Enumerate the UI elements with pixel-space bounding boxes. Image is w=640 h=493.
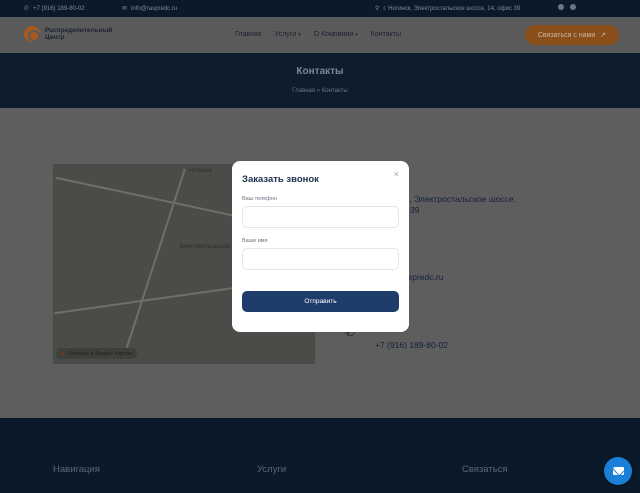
site-header: Распределительный Центр Главная Услуги ▾ … bbox=[0, 17, 640, 53]
logo-icon bbox=[24, 26, 40, 42]
mail-icon: ✉ bbox=[122, 6, 128, 12]
phone-icon: ✆ bbox=[24, 6, 30, 12]
mail-icon bbox=[612, 467, 624, 475]
location-pin-icon: ⚲ bbox=[375, 6, 380, 12]
topbar-address: ⚲ г. Ногинск, Электростальское шоссе, 14… bbox=[375, 5, 521, 13]
nav-item-services[interactable]: Услуги ▾ bbox=[275, 31, 301, 38]
logo[interactable]: Распределительный Центр bbox=[24, 26, 112, 42]
contact-us-button[interactable]: Связаться с нами ↗ bbox=[525, 25, 619, 45]
modal-title: Заказать звонок bbox=[242, 174, 319, 185]
logo-line-2: Центр bbox=[45, 34, 65, 41]
page-hero: Контакты Главная » Контакты bbox=[0, 53, 640, 108]
breadcrumb[interactable]: Главная » Контакты bbox=[0, 88, 640, 94]
contact-address-line-2: 39 bbox=[410, 205, 420, 215]
social-links bbox=[558, 4, 576, 10]
footer-heading-navigation: Навигация bbox=[53, 464, 100, 475]
contact-email[interactable]: spredc.ru bbox=[408, 272, 443, 282]
nav-item-about[interactable]: О Компании ▾ bbox=[314, 31, 358, 38]
map-marker-label: Электростальское ш. bbox=[179, 244, 239, 250]
name-field-label: Ваше имя bbox=[242, 238, 268, 244]
open-in-yandex-maps-label: Открыть в Яндекс Картах bbox=[67, 350, 133, 357]
whatsapp-icon[interactable] bbox=[558, 4, 564, 10]
nav-item-home[interactable]: Главная bbox=[235, 31, 262, 38]
topbar-phone-text: +7 (916) 189-80-02 bbox=[33, 5, 85, 12]
logo-line-1: Распределительный bbox=[45, 27, 113, 34]
chevron-down-icon: ▾ bbox=[298, 32, 301, 38]
top-bar: ✆ +7 (916) 189-80-02 ✉ info@raspredc.ru … bbox=[0, 0, 640, 17]
nav-item-contacts[interactable]: Контакты bbox=[371, 31, 401, 38]
map-city-label: Ногинск bbox=[189, 168, 212, 174]
page-title: Контакты bbox=[296, 66, 344, 77]
nav-item-services-label: Услуги bbox=[274, 31, 297, 38]
footer-heading-services: Услуги bbox=[257, 464, 287, 475]
callback-modal: Заказать звонок × Ваш телефон Ваше имя О… bbox=[232, 161, 409, 332]
contact-phone[interactable]: +7 (916) 189-80-02 bbox=[375, 340, 448, 350]
phone-field-label: Ваш телефон bbox=[242, 196, 277, 202]
logo-text: Распределительный Центр bbox=[45, 27, 112, 41]
chevron-down-icon: ▾ bbox=[355, 32, 358, 38]
submit-button[interactable]: Отправить bbox=[242, 291, 399, 312]
telegram-icon[interactable] bbox=[570, 4, 576, 10]
arrow-up-right-icon: ↗ bbox=[600, 32, 607, 39]
main-nav: Главная Услуги ▾ О Компании ▾ Контакты bbox=[235, 31, 401, 38]
map-pin-icon: ● bbox=[61, 350, 65, 357]
topbar-address-text: г. Ногинск, Электростальское шоссе, 14, … bbox=[383, 5, 521, 12]
topbar-email-text: info@raspredc.ru bbox=[131, 5, 178, 12]
topbar-email[interactable]: ✉ info@raspredc.ru bbox=[122, 5, 178, 13]
nav-item-about-label: О Компании bbox=[313, 31, 354, 38]
topbar-phone[interactable]: ✆ +7 (916) 189-80-02 bbox=[24, 5, 85, 13]
open-in-yandex-maps-link[interactable]: ● Открыть в Яндекс Картах bbox=[56, 348, 138, 359]
phone-field[interactable] bbox=[242, 206, 399, 228]
site-footer: Навигация Услуги Связаться bbox=[0, 418, 640, 493]
contact-us-label: Связаться с нами bbox=[537, 31, 596, 39]
mail-fab-button[interactable] bbox=[604, 457, 632, 485]
close-icon[interactable]: × bbox=[394, 169, 399, 179]
footer-heading-contact: Связаться bbox=[462, 464, 508, 475]
name-field[interactable] bbox=[242, 248, 399, 270]
